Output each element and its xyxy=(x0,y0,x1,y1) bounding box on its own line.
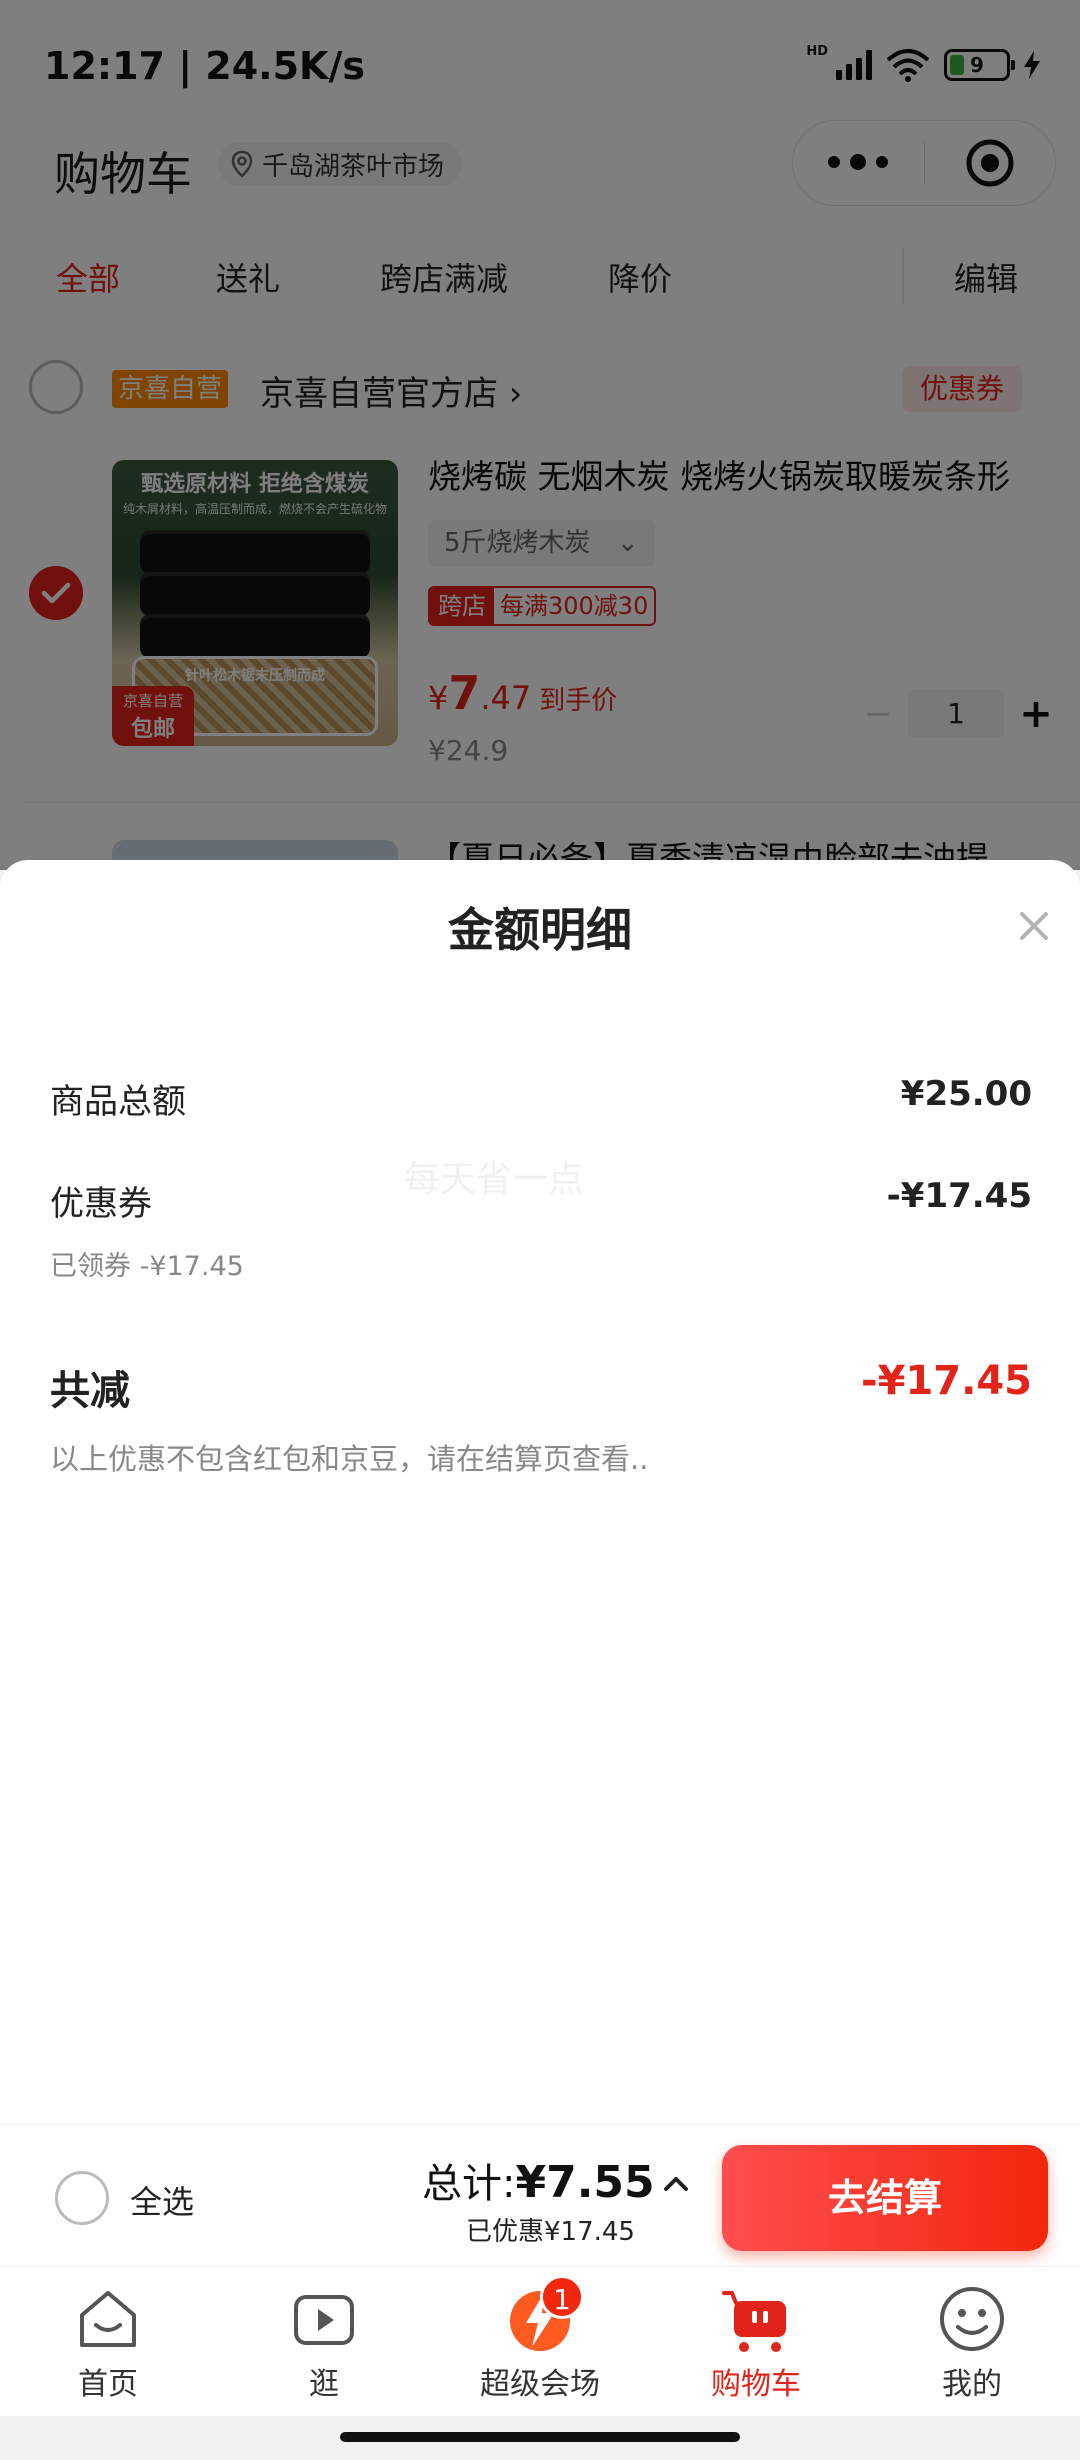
saved-amount: 已优惠¥17.45 xyxy=(466,2217,635,2247)
chevron-up-icon[interactable] xyxy=(658,2165,694,2201)
coupon-value: -¥17.45 xyxy=(886,1176,1032,1216)
tab-super-venue[interactable]: 1 超级会场 xyxy=(460,2275,620,2403)
amount-detail-sheet: 金额明细 商品总额 ¥25.00 每天省一点 优惠券 -¥17.45 已领券 -… xyxy=(0,860,1080,2124)
smiley-icon xyxy=(934,2281,1010,2357)
bottom-tab-bar: 首页 逛 1 超级会场 购物车 我的 xyxy=(0,2266,1080,2416)
select-all-label[interactable]: 全选 xyxy=(130,2177,194,2223)
play-icon xyxy=(286,2281,362,2357)
discount-footnote: 以上优惠不包含红包和京豆，请在结算页查看.. xyxy=(50,1442,649,1476)
tab-cart[interactable]: 购物车 xyxy=(676,2281,836,2403)
close-icon[interactable] xyxy=(1012,904,1056,948)
notification-badge: 1 xyxy=(540,2275,584,2319)
total-discount-value: -¥17.45 xyxy=(861,1358,1032,1404)
tab-home[interactable]: 首页 xyxy=(28,2281,188,2403)
total-discount-label: 共减 xyxy=(50,1368,130,1414)
total-price: 总计:¥7.55 xyxy=(422,2157,655,2208)
watermark: 每天省一点 xyxy=(404,1159,585,1200)
goods-total-label: 商品总额 xyxy=(50,1082,186,1122)
coupon-claimed: 已领券 -¥17.45 xyxy=(50,1251,244,1282)
cart-icon xyxy=(718,2281,794,2357)
tab-mine[interactable]: 我的 xyxy=(892,2281,1052,2403)
super-venue-icon: 1 xyxy=(502,2275,584,2357)
goods-total-value: ¥25.00 xyxy=(900,1074,1032,1114)
home-indicator[interactable] xyxy=(340,2432,740,2442)
tab-browse[interactable]: 逛 xyxy=(244,2281,404,2403)
home-icon xyxy=(70,2281,146,2357)
select-all-checkbox[interactable] xyxy=(55,2171,109,2225)
coupon-label: 优惠券 xyxy=(50,1184,152,1224)
modal-overlay[interactable] xyxy=(0,0,1080,870)
checkout-button[interactable]: 去结算 xyxy=(722,2145,1048,2251)
sheet-title: 金额明细 xyxy=(448,903,632,957)
checkout-bar: 全选 总计:¥7.55 已优惠¥17.45 去结算 xyxy=(0,2124,1080,2266)
